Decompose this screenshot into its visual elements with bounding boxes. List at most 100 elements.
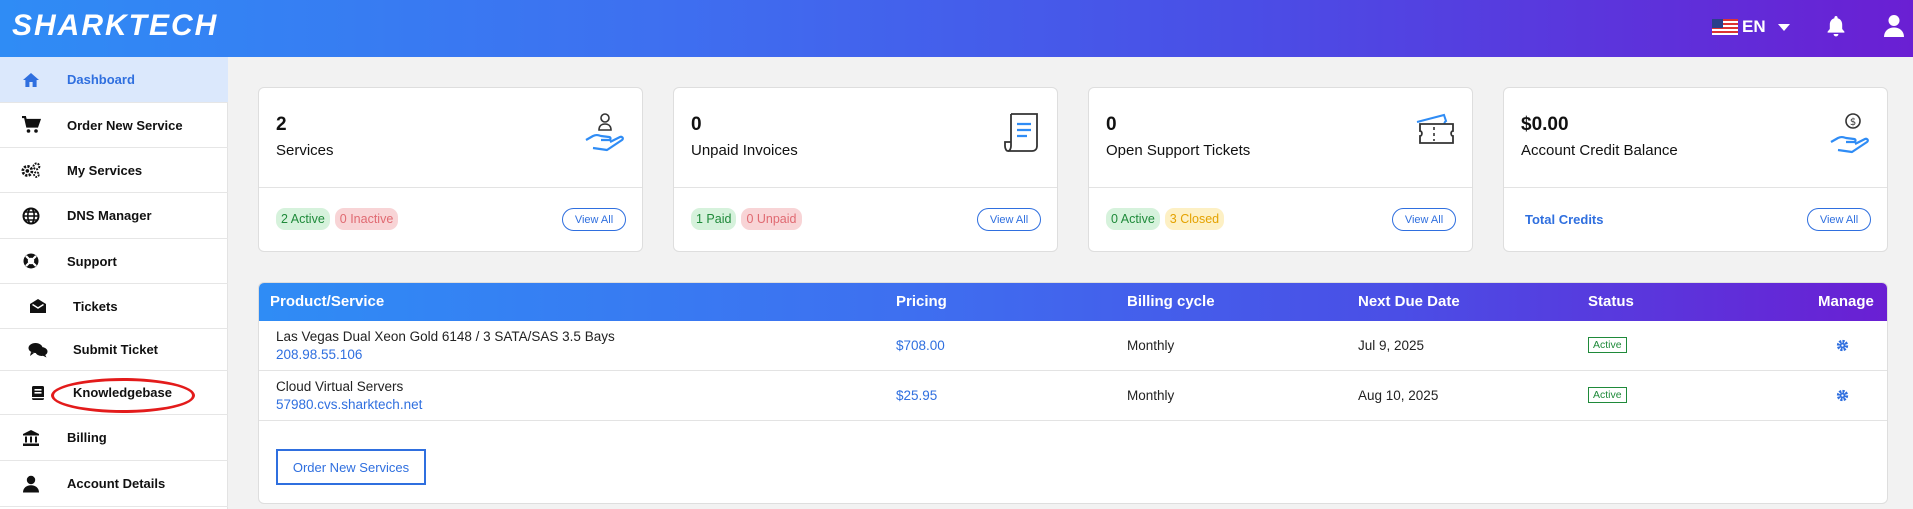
product-name: Cloud Virtual Servers bbox=[276, 379, 404, 394]
book-icon bbox=[28, 383, 48, 403]
hand-holding-dollar-icon: $ bbox=[1829, 112, 1871, 159]
invoices-card: 0 Unpaid Invoices 1 Paid 0 Unpaid View A… bbox=[673, 87, 1058, 252]
sidebar-item-dashboard[interactable]: Dashboard bbox=[0, 57, 228, 103]
status-badge: Active bbox=[1588, 387, 1627, 403]
services-label: Services bbox=[276, 142, 334, 159]
column-header-billing-cycle: Billing cycle bbox=[1127, 293, 1215, 310]
gear-icon[interactable] bbox=[1836, 339, 1849, 355]
product-host-link[interactable]: 57980.cvs.sharktech.net bbox=[276, 397, 422, 412]
us-flag-icon bbox=[1712, 19, 1738, 35]
life-ring-icon bbox=[21, 251, 41, 271]
total-credits-link[interactable]: Total Credits bbox=[1525, 212, 1604, 227]
sidebar-item-account-details[interactable]: Account Details bbox=[0, 461, 228, 507]
sidebar-item-label: Support bbox=[67, 253, 117, 269]
comments-icon bbox=[28, 340, 48, 360]
view-all-services-button[interactable]: View All bbox=[562, 208, 626, 231]
order-new-services-button[interactable]: Order New Services bbox=[276, 449, 426, 485]
product-host-link[interactable]: 208.98.55.106 bbox=[276, 347, 362, 362]
unpaid-invoices-count: 0 bbox=[691, 114, 702, 135]
logo-text: SHARKTECH bbox=[12, 9, 219, 42]
sidebar-item-label: Account Details bbox=[67, 476, 166, 491]
sidebar-item-label: Billing bbox=[67, 430, 107, 445]
tickets-card: 0 Open Support Tickets 0 Active 3 Closed… bbox=[1088, 87, 1473, 252]
product-price[interactable]: $708.00 bbox=[896, 338, 945, 353]
sidebar-item-label: DNS Manager bbox=[67, 208, 152, 223]
sidebar-item-label: Submit Ticket bbox=[73, 342, 159, 357]
unpaid-invoices-label: Unpaid Invoices bbox=[691, 142, 798, 159]
status-badge: Active bbox=[1588, 337, 1627, 353]
envelope-open-icon bbox=[28, 296, 48, 316]
view-all-credits-button[interactable]: View All bbox=[1807, 208, 1871, 231]
ticket-badges: 0 Active 3 Closed bbox=[1106, 208, 1225, 230]
services-card: 2 Services 2 Active 0 Inactive View All bbox=[258, 87, 643, 252]
column-header-next-due-date: Next Due Date bbox=[1358, 293, 1460, 310]
svg-text:$: $ bbox=[1850, 117, 1856, 128]
cart-icon bbox=[21, 115, 41, 135]
card-divider bbox=[1504, 187, 1887, 188]
top-bar: SHARKTECH EN bbox=[0, 0, 1913, 57]
next-due-date: Jul 9, 2025 bbox=[1358, 338, 1425, 353]
column-header-product: Product/Service bbox=[270, 293, 385, 310]
card-divider bbox=[259, 187, 642, 188]
sidebar-item-support[interactable]: Support bbox=[0, 239, 228, 284]
paid-badge: 1 Paid bbox=[691, 208, 737, 230]
globe-icon bbox=[21, 206, 41, 226]
cogs-icon bbox=[21, 160, 41, 180]
ticket-icon bbox=[1414, 112, 1456, 155]
sidebar-item-my-services[interactable]: My Services bbox=[0, 148, 228, 193]
open-tickets-label: Open Support Tickets bbox=[1106, 142, 1251, 159]
sidebar-item-label: Tickets bbox=[73, 298, 118, 314]
card-divider bbox=[674, 187, 1057, 188]
unpaid-badge: 0 Unpaid bbox=[741, 208, 802, 230]
view-all-tickets-button[interactable]: View All bbox=[1392, 208, 1456, 231]
language-label: EN bbox=[1742, 17, 1766, 36]
credit-balance-label: Account Credit Balance bbox=[1521, 142, 1678, 159]
services-badges: 2 Active 0 Inactive bbox=[276, 208, 399, 230]
user-menu-icon[interactable] bbox=[1884, 14, 1904, 43]
gear-icon[interactable] bbox=[1836, 389, 1849, 405]
active-badge: 2 Active bbox=[276, 208, 330, 230]
active-tickets-badge: 0 Active bbox=[1106, 208, 1160, 230]
bank-icon bbox=[21, 428, 41, 448]
product-price[interactable]: $25.95 bbox=[896, 388, 937, 403]
card-divider bbox=[1089, 187, 1472, 188]
credit-card: $0.00 Account Credit Balance $ Total Cre… bbox=[1503, 87, 1888, 252]
sidebar: Dashboard Order New Service My Services … bbox=[0, 57, 228, 509]
sidebar-item-dns-manager[interactable]: DNS Manager bbox=[0, 193, 228, 239]
chevron-down-icon bbox=[1777, 23, 1790, 31]
column-header-pricing: Pricing bbox=[896, 293, 947, 310]
sidebar-item-submit-ticket[interactable]: Submit Ticket bbox=[0, 329, 228, 371]
sidebar-item-label: Dashboard bbox=[67, 72, 135, 87]
sidebar-item-tickets[interactable]: Tickets bbox=[0, 284, 228, 329]
receipt-icon bbox=[1003, 112, 1041, 159]
services-count: 2 bbox=[276, 114, 287, 135]
bell-icon[interactable] bbox=[1826, 15, 1846, 42]
column-header-manage: Manage bbox=[1818, 293, 1874, 310]
sidebar-item-knowledgebase[interactable]: Knowledgebase bbox=[0, 371, 228, 415]
closed-tickets-badge: 3 Closed bbox=[1164, 208, 1225, 230]
home-icon bbox=[21, 70, 41, 90]
sidebar-item-label: Order New Service bbox=[67, 117, 183, 133]
next-due-date: Aug 10, 2025 bbox=[1358, 388, 1439, 403]
language-selector[interactable]: EN bbox=[1712, 17, 1790, 37]
product-name: Las Vegas Dual Xeon Gold 6148 / 3 SATA/S… bbox=[276, 329, 615, 344]
hand-holding-user-icon bbox=[584, 112, 626, 159]
open-tickets-count: 0 bbox=[1106, 114, 1117, 135]
table-row[interactable]: Las Vegas Dual Xeon Gold 6148 / 3 SATA/S… bbox=[259, 321, 1887, 371]
table-header: Product/Service Pricing Billing cycle Ne… bbox=[259, 283, 1887, 321]
services-table: Product/Service Pricing Billing cycle Ne… bbox=[258, 282, 1888, 504]
user-icon bbox=[21, 474, 41, 494]
sidebar-item-billing[interactable]: Billing bbox=[0, 415, 228, 461]
inactive-badge: 0 Inactive bbox=[334, 208, 399, 230]
billing-cycle: Monthly bbox=[1127, 388, 1175, 403]
invoice-badges: 1 Paid 0 Unpaid bbox=[691, 208, 802, 230]
billing-cycle: Monthly bbox=[1127, 338, 1175, 353]
view-all-invoices-button[interactable]: View All bbox=[977, 208, 1041, 231]
credit-balance-value: $0.00 bbox=[1521, 114, 1569, 135]
sidebar-item-label: My Services bbox=[67, 162, 143, 178]
column-header-status: Status bbox=[1588, 293, 1634, 310]
sidebar-item-label: Knowledgebase bbox=[73, 385, 172, 400]
table-row[interactable]: Cloud Virtual Servers 57980.cvs.sharktec… bbox=[259, 371, 1887, 421]
logo[interactable]: SHARKTECH bbox=[12, 9, 218, 43]
sidebar-item-order-new-service[interactable]: Order New Service bbox=[0, 103, 228, 148]
